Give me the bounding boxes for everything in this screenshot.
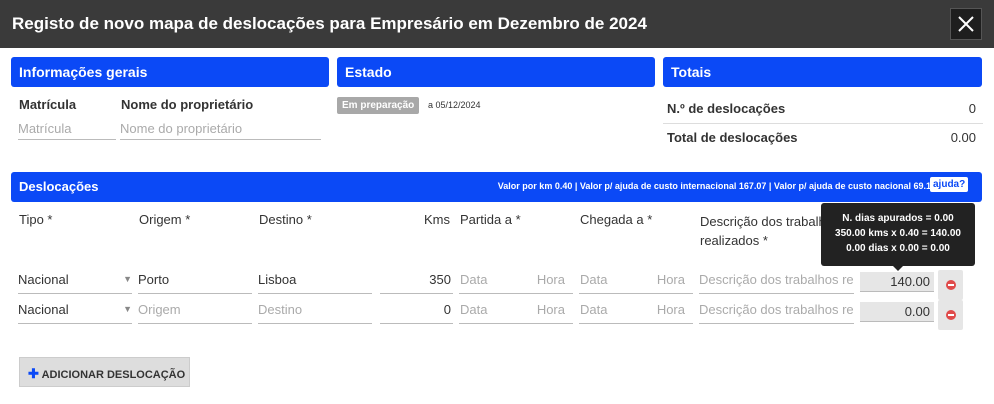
- trip-count-value: 0: [968, 101, 976, 116]
- row1-valor: 140.00: [860, 272, 934, 292]
- matricula-input[interactable]: Matrícula: [18, 118, 116, 140]
- add-trip-label: ADICIONAR DESLOCAÇÃO: [41, 369, 186, 381]
- status-badge: Em preparação: [337, 97, 420, 114]
- row1-origem-input[interactable]: Porto: [138, 266, 252, 294]
- tooltip-line-allowance: 0.00 dias x 0.00 = 0.00: [846, 243, 950, 254]
- col-chegada: Chegada a *: [580, 212, 653, 227]
- row2-chegada-field[interactable]: Data Hora: [579, 296, 693, 324]
- row2-chegada-time[interactable]: Hora: [657, 302, 685, 317]
- trip-count-row: N.º de deslocações 0: [667, 101, 982, 116]
- remove-icon: [945, 280, 956, 290]
- col-kms: Kms: [424, 212, 450, 227]
- add-trip-button[interactable]: ✚ ADICIONAR DESLOCAÇÃO: [19, 357, 190, 387]
- row2-descricao-input[interactable]: Descrição dos trabalhos re: [699, 296, 854, 324]
- rates-info: Valor por km 0.40 | Valor p/ ajuda de cu…: [497, 181, 936, 191]
- row2-tipo-value: Nacional: [18, 302, 69, 317]
- owner-label: Nome do proprietário: [121, 97, 254, 112]
- state-date: a 05/12/2024: [428, 100, 481, 110]
- plus-icon: ✚: [28, 366, 39, 381]
- trips-header-bar: Deslocações Valor por km 0.40 | Valor p/…: [11, 172, 982, 202]
- col-tipo: Tipo *: [19, 212, 53, 227]
- row1-tipo-value: Nacional: [18, 272, 69, 287]
- close-icon: [958, 16, 974, 32]
- row1-destino-input[interactable]: Lisboa: [258, 266, 372, 294]
- dropdown-arrow-icon: ▼: [123, 274, 132, 284]
- remove-icon: [945, 310, 956, 320]
- matricula-label: Matrícula: [19, 97, 77, 112]
- row1-partida-time[interactable]: Hora: [537, 272, 565, 287]
- close-button[interactable]: [950, 8, 982, 40]
- row2-destino-input[interactable]: Destino: [258, 296, 372, 324]
- help-button[interactable]: ajuda?: [930, 177, 969, 192]
- owner-input[interactable]: Nome do proprietário: [120, 118, 321, 140]
- trip-total-value: 0.00: [950, 130, 976, 145]
- row2-tipo-select[interactable]: Nacional ▼: [18, 296, 132, 324]
- trip-total-label: Total de deslocações: [667, 130, 798, 145]
- row1-partida-field[interactable]: Data Hora: [459, 266, 573, 294]
- totals-divider: [663, 123, 983, 124]
- row1-chegada-time[interactable]: Hora: [657, 272, 685, 287]
- row1-descricao-input[interactable]: Descrição dos trabalhos re: [699, 266, 854, 294]
- trip-total-row: Total de deslocações 0.00: [667, 130, 982, 145]
- totals-header: Totais: [663, 57, 982, 87]
- row2-partida-time[interactable]: Hora: [537, 302, 565, 317]
- dropdown-arrow-icon: ▼: [123, 304, 132, 314]
- row1-chegada-field[interactable]: Data Hora: [579, 266, 693, 294]
- row2-chegada-date[interactable]: Data: [580, 302, 607, 317]
- col-origem: Origem *: [139, 212, 191, 227]
- col-partida: Partida a *: [460, 212, 521, 227]
- row2-kms-input[interactable]: 0: [380, 296, 453, 324]
- row1-kms-input[interactable]: 350: [380, 266, 453, 294]
- row1-delete-button[interactable]: [938, 270, 963, 300]
- row2-partida-date[interactable]: Data: [460, 302, 487, 317]
- state-header: Estado: [337, 57, 655, 87]
- general-info-header: Informações gerais: [11, 57, 329, 87]
- tooltip-line-kms: 350.00 kms x 0.40 = 140.00: [835, 228, 961, 239]
- modal-title: Registo de novo mapa de deslocações para…: [12, 14, 647, 33]
- row1-tipo-select[interactable]: Nacional ▼: [18, 266, 132, 294]
- tooltip-line-days: N. dias apurados = 0.00: [842, 213, 954, 224]
- modal-titlebar: Registo de novo mapa de deslocações para…: [0, 0, 994, 48]
- row2-partida-field[interactable]: Data Hora: [459, 296, 573, 324]
- row2-origem-input[interactable]: Origem: [138, 296, 252, 324]
- row2-delete-button[interactable]: [938, 300, 963, 330]
- calculation-tooltip: N. dias apurados = 0.00 350.00 kms x 0.4…: [821, 203, 975, 271]
- col-destino: Destino *: [259, 212, 312, 227]
- trips-title: Deslocações: [19, 179, 99, 194]
- row2-valor: 0.00: [860, 302, 934, 322]
- trip-count-label: N.º de deslocações: [667, 101, 786, 116]
- row1-partida-date[interactable]: Data: [460, 272, 487, 287]
- row1-chegada-date[interactable]: Data: [580, 272, 607, 287]
